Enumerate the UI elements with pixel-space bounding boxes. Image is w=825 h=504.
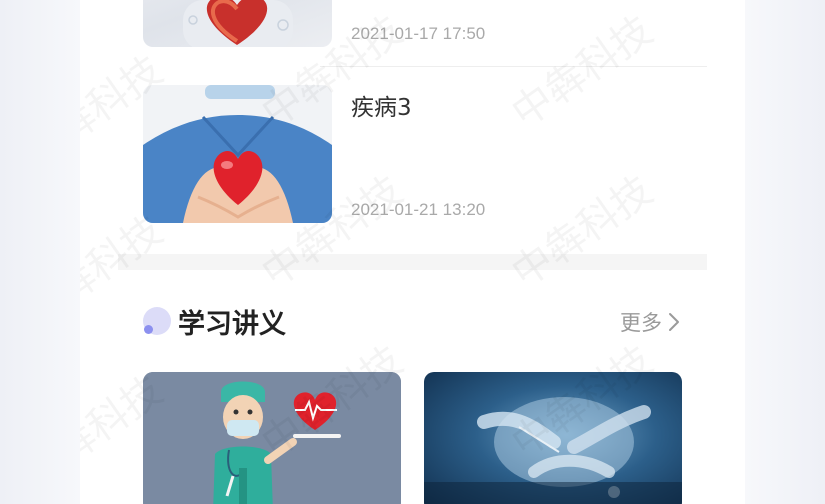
article-date: 2021-01-17 17:50 xyxy=(351,24,486,43)
watermark: 中犇科技 xyxy=(498,0,662,139)
heart-model-illustration xyxy=(183,0,293,47)
surgery-scene-illustration xyxy=(424,397,682,504)
chevron-right-icon xyxy=(669,313,679,331)
lecture-card-surgery[interactable] xyxy=(424,372,682,504)
content-page: 2021-01-17 17:50 疾病3 2021-01-21 13:20 学习… xyxy=(80,0,745,504)
article-title[interactable]: 疾病3 xyxy=(351,88,412,122)
row-divider xyxy=(320,66,707,67)
section-separator xyxy=(118,254,707,270)
article-date: 2021-01-21 13:20 xyxy=(351,200,486,219)
section-title: 学习讲义 xyxy=(178,309,286,340)
article-thumbnail-heart-model[interactable] xyxy=(143,0,332,47)
section-icon xyxy=(143,307,171,335)
lecture-card-doctor-heart[interactable] xyxy=(143,372,401,504)
more-link[interactable]: 更多 xyxy=(620,308,680,336)
article-thumbnail-heart-hands[interactable] xyxy=(143,85,332,223)
doctor-with-heart-illustration xyxy=(143,372,401,504)
doctor-holding-heart-illustration xyxy=(143,85,332,223)
more-label: 更多 xyxy=(620,311,662,335)
watermark: 中犇科技 xyxy=(498,159,662,298)
